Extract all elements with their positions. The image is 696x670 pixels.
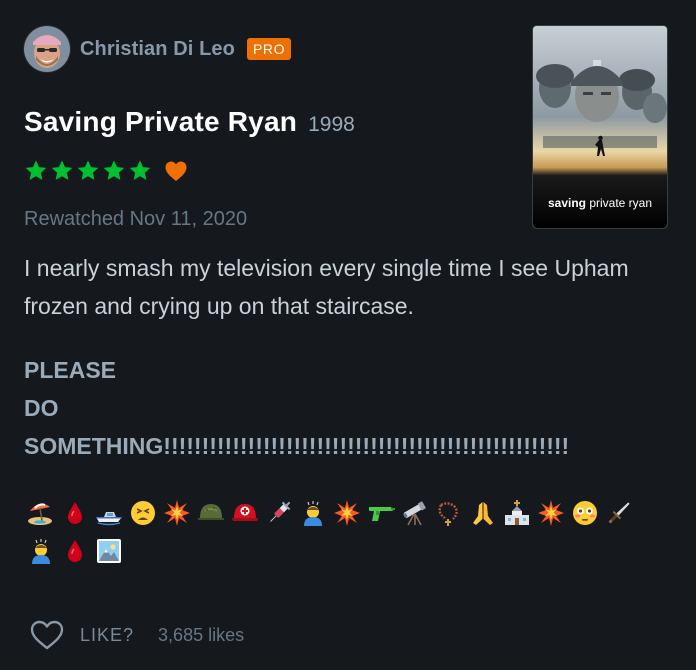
star-icon	[128, 159, 152, 183]
beach-umbrella-icon	[24, 496, 58, 530]
shout-line: SOMETHING!!!!!!!!!!!!!!!!!!!!!!!!!!!!!!!…	[24, 433, 570, 459]
collision-icon	[534, 496, 568, 530]
speedboat-icon	[92, 496, 126, 530]
shout-line: PLEASE	[24, 357, 117, 383]
rating-row	[24, 156, 188, 186]
star-icon	[50, 159, 74, 183]
like-count[interactable]: 3,685 likes	[158, 625, 244, 646]
poster-caption: saving private ryan	[547, 196, 653, 210]
film-heading: Saving Private Ryan 1998	[24, 106, 355, 138]
shout-line: DO	[24, 395, 59, 421]
author-name[interactable]: Christian Di Leo	[80, 38, 235, 61]
collision-icon	[330, 496, 364, 530]
tired-face-icon	[126, 496, 160, 530]
film-poster[interactable]: saving private ryan	[533, 26, 667, 228]
collision-icon	[160, 496, 194, 530]
review-shout: PLEASE DO SOMETHING!!!!!!!!!!!!!!!!!!!!!…	[24, 351, 569, 465]
folded-hands-icon	[466, 496, 500, 530]
telescope-icon	[398, 496, 432, 530]
like-heart-icon[interactable]	[30, 620, 64, 650]
drop-of-blood-icon	[58, 496, 92, 530]
syringe-icon	[262, 496, 296, 530]
review-paragraph: I nearly smash my television every singl…	[24, 255, 629, 319]
person-bowing-icon	[296, 496, 330, 530]
rescue-worker-helmet-icon	[228, 496, 262, 530]
review-text: I nearly smash my television every singl…	[24, 249, 674, 325]
dagger-icon	[602, 496, 636, 530]
pro-badge: PRO	[246, 38, 292, 60]
prayer-beads-icon	[432, 496, 466, 530]
flushed-face-icon	[568, 496, 602, 530]
star-icon	[24, 159, 48, 183]
star-rating	[24, 159, 152, 183]
liked-heart-icon	[164, 160, 188, 182]
star-icon	[76, 159, 100, 183]
film-year[interactable]: 1998	[308, 113, 355, 136]
drop-of-blood-icon	[58, 534, 92, 568]
water-pistol-icon	[364, 496, 398, 530]
church-icon	[500, 496, 534, 530]
sunrise-over-mountains-icon	[92, 534, 126, 568]
review-header: Christian Di Leo PRO	[24, 26, 292, 72]
author-avatar[interactable]	[24, 26, 70, 72]
military-helmet-icon	[194, 496, 228, 530]
like-button[interactable]: LIKE?	[80, 625, 134, 646]
star-icon	[102, 159, 126, 183]
person-bowing-icon	[24, 534, 58, 568]
emoji-strip	[24, 496, 664, 568]
like-row: LIKE? 3,685 likes	[30, 618, 244, 652]
rewatched-date[interactable]: Rewatched Nov 11, 2020	[24, 208, 247, 231]
film-title[interactable]: Saving Private Ryan	[24, 106, 297, 137]
